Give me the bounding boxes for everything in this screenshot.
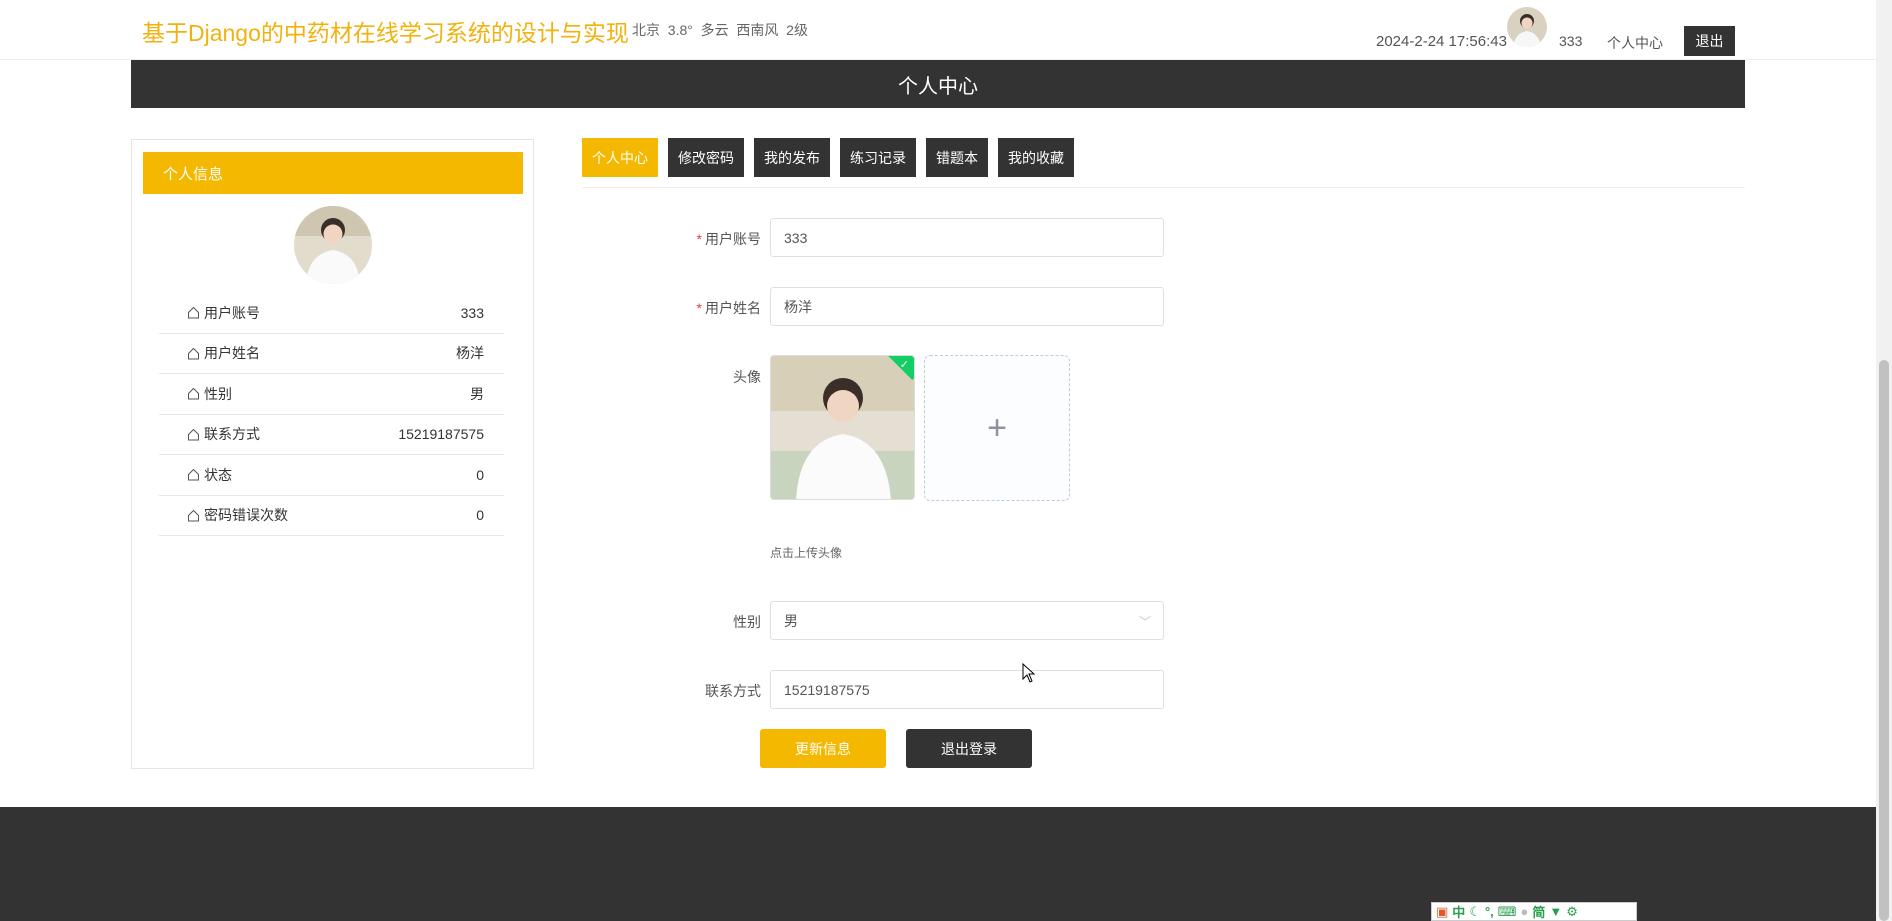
upload-tip: 点击上传头像 bbox=[770, 546, 843, 560]
tab-3[interactable]: 我的发布 bbox=[754, 138, 830, 177]
profile-info-row: 用户账号 333 bbox=[159, 293, 504, 334]
divider bbox=[582, 187, 1745, 188]
tab-4[interactable]: 练习记录 bbox=[840, 138, 916, 177]
personal-center-link[interactable]: 个人中心 bbox=[1607, 33, 1663, 53]
profile-info-label: 密码错误次数 bbox=[187, 505, 288, 525]
profile-info-value: 15219187575 bbox=[398, 426, 484, 443]
profile-panel-header: 个人信息 bbox=[143, 152, 523, 194]
plus-icon: + bbox=[987, 408, 1007, 447]
profile-info-row: 性别 男 bbox=[159, 374, 504, 415]
profile-info-label: 联系方式 bbox=[187, 424, 260, 444]
uploaded-avatar[interactable]: ✓ bbox=[770, 355, 915, 500]
ime-toolbar[interactable]: ▣ 中 ☾ °, ⌨ ● 简 ▼ ⚙ bbox=[1431, 902, 1637, 921]
home-icon bbox=[188, 469, 199, 481]
home-icon bbox=[188, 347, 199, 360]
profile-info-label: 用户姓名 bbox=[187, 343, 260, 363]
profile-info-label: 用户账号 bbox=[187, 303, 260, 323]
settings-gear-icon: ⚙ bbox=[1566, 903, 1578, 919]
tab-1[interactable]: 个人中心 bbox=[582, 138, 658, 177]
profile-info-label: 状态 bbox=[187, 465, 232, 485]
punctuation-icon: °, bbox=[1484, 904, 1494, 919]
logout-account-button[interactable]: 退出登录 bbox=[906, 729, 1032, 768]
update-info-button[interactable]: 更新信息 bbox=[760, 729, 886, 768]
tab-5[interactable]: 错题本 bbox=[926, 138, 988, 177]
profile-info-value: 杨洋 bbox=[456, 345, 484, 362]
ime-simplified-mode[interactable]: 简 bbox=[1532, 902, 1545, 921]
site-title[interactable]: 基于Django的中药材在线学习系统的设计与实现 bbox=[142, 14, 629, 48]
page-banner: 个人中心 bbox=[131, 60, 1745, 108]
check-icon: ✓ bbox=[899, 359, 909, 371]
name-input[interactable]: 杨洋 bbox=[770, 287, 1164, 326]
tab-6[interactable]: 我的收藏 bbox=[998, 138, 1074, 177]
tab-bar: 个人中心 修改密码 我的发布 练习记录 错题本 我的收藏 bbox=[582, 138, 1074, 178]
contact-label: 联系方式 bbox=[705, 683, 761, 699]
account-input[interactable]: 333 bbox=[770, 218, 1164, 257]
moon-icon: ☾ bbox=[1469, 903, 1481, 919]
profile-info-value: 0 bbox=[476, 507, 484, 524]
scrollbar-thumb[interactable] bbox=[1879, 360, 1889, 921]
datetime: 2024-2-24 17:56:43 bbox=[1376, 33, 1507, 50]
contact-input[interactable]: 15219187575 bbox=[770, 670, 1164, 709]
profile-info-label: 性别 bbox=[187, 384, 232, 404]
logout-button[interactable]: 退出 bbox=[1684, 26, 1735, 56]
home-icon bbox=[188, 307, 199, 319]
ime-logo-icon: ▣ bbox=[1436, 903, 1449, 919]
required-mark: * bbox=[696, 231, 702, 247]
gender-selected-value: 男 bbox=[784, 612, 798, 629]
ime-chinese-mode[interactable]: 中 bbox=[1452, 902, 1465, 921]
profile-info-value: 333 bbox=[460, 304, 484, 321]
gender-select[interactable]: 男 ﹀ bbox=[770, 601, 1164, 640]
tab-2[interactable]: 修改密码 bbox=[668, 138, 744, 177]
profile-info-list: 用户账号 333 用户姓名 杨洋 性别男联系方式 15219187575 状态 0 密码错误次数… bbox=[159, 293, 504, 536]
keyboard-icon: ⌨ bbox=[1497, 903, 1517, 919]
profile-avatar bbox=[294, 206, 372, 284]
profile-info-row: 密码错误次数 0 bbox=[159, 496, 504, 536]
home-icon bbox=[188, 388, 199, 400]
mouse-cursor-icon bbox=[1022, 662, 1036, 688]
skin-icon: ▼ bbox=[1549, 904, 1563, 919]
name-label: * 用户姓名 bbox=[696, 300, 761, 316]
profile-info-value: 0 bbox=[476, 466, 484, 483]
user-icon: ● bbox=[1520, 904, 1529, 919]
profile-info-row: 用户姓名 杨洋 bbox=[159, 334, 504, 374]
home-icon bbox=[188, 509, 199, 522]
upload-add-button[interactable]: + bbox=[924, 355, 1070, 501]
chevron-down-icon: ﹀ bbox=[1138, 615, 1151, 629]
avatar-label: 头像 bbox=[733, 369, 761, 385]
user-avatar[interactable] bbox=[1507, 7, 1547, 47]
gender-label: 性别 bbox=[733, 614, 761, 630]
required-mark: * bbox=[696, 300, 702, 316]
profile-info-value: 男 bbox=[470, 385, 484, 402]
account-label: * 用户账号 bbox=[696, 231, 761, 247]
home-icon bbox=[188, 428, 199, 441]
profile-info-row: 联系方式 15219187575 bbox=[159, 415, 504, 455]
profile-info-row: 状态 0 bbox=[159, 455, 504, 496]
username: 333 bbox=[1559, 33, 1583, 49]
weather-info: 北京 3.8° 多云 西南风 2级 bbox=[632, 22, 808, 38]
